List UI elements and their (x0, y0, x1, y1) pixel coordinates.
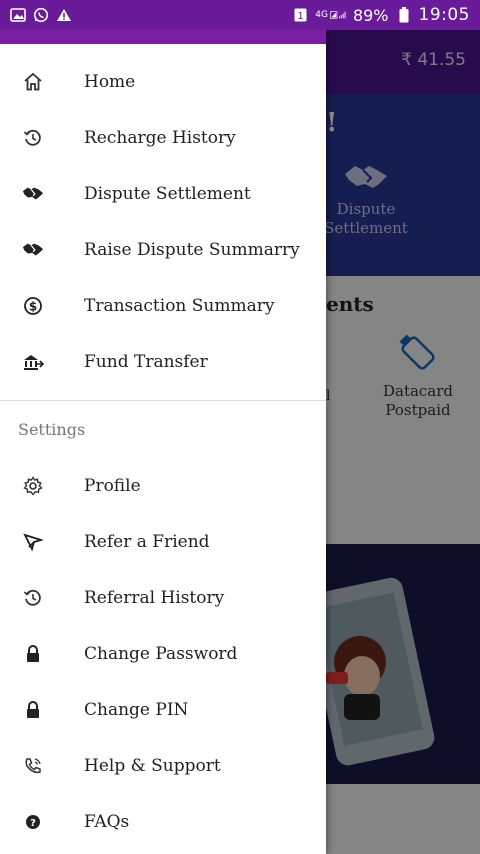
signal-icon (329, 8, 346, 22)
drawer-item-label: Change PIN (84, 700, 189, 720)
drawer-item-label: Home (84, 72, 136, 92)
drawer-item-label: FAQs (84, 812, 130, 832)
phone-icon (22, 755, 44, 777)
drawer-divider (0, 400, 326, 401)
drawer-item-label: Help & Support (84, 756, 221, 776)
alert-icon (56, 8, 72, 22)
history-icon (22, 587, 44, 609)
network-type: 4G (315, 10, 328, 20)
drawer-item-change-pin[interactable]: Change PIN (0, 682, 326, 738)
status-right-icons: 1 4G 89% 19:05 (292, 5, 470, 25)
drawer-item-dispute-settlement[interactable]: Dispute Settlement (0, 166, 326, 222)
settings-section-header: Settings (18, 420, 86, 439)
lock-icon (22, 699, 44, 721)
drawer-item-label: Dispute Settlement (84, 184, 251, 204)
whatsapp-icon (33, 7, 49, 23)
home-icon (22, 71, 44, 93)
drawer-item-home[interactable]: Home (0, 54, 326, 110)
drawer-item-label: Refer a Friend (84, 532, 210, 552)
drawer-item-label: Profile (84, 476, 141, 496)
question-icon: ? (22, 811, 44, 833)
handshake-icon (22, 239, 44, 261)
battery-percent: 89% (352, 5, 389, 25)
drawer-item-change-password[interactable]: Change Password (0, 626, 326, 682)
drawer-header (0, 30, 326, 44)
gallery-icon (10, 8, 26, 22)
lock-icon (22, 643, 44, 665)
drawer-item-fund-transfer[interactable]: Fund Transfer (0, 334, 326, 390)
dollar-coin-icon: $ (22, 295, 44, 317)
drawer-item-recharge-history[interactable]: Recharge History (0, 110, 326, 166)
drawer-item-refer-a-friend[interactable]: Refer a Friend (0, 514, 326, 570)
plane-icon (22, 531, 44, 553)
drawer-item-label: Fund Transfer (84, 352, 208, 372)
drawer-item-label: Change Password (84, 644, 238, 664)
clock: 19:05 (418, 5, 470, 25)
svg-text:$: $ (29, 300, 37, 314)
drawer-item-label: Transaction Summary (84, 296, 275, 316)
drawer-item-help-support[interactable]: Help & Support (0, 738, 326, 794)
drawer-item-label: Recharge History (84, 128, 236, 148)
drawer-item-referral-history[interactable]: Referral History (0, 570, 326, 626)
svg-text:?: ? (30, 818, 36, 829)
handshake-icon (22, 183, 44, 205)
drawer-item-label: Raise Dispute Summarry (84, 240, 300, 260)
drawer-item-faqs[interactable]: ? FAQs (0, 794, 326, 850)
drawer-item-transaction-summary[interactable]: $ Transaction Summary (0, 278, 326, 334)
svg-text:1: 1 (297, 11, 303, 22)
navigation-drawer: Home Recharge History Dispute Settlement… (0, 30, 326, 854)
status-bar: 1 4G 89% 19:05 (0, 0, 480, 30)
drawer-item-profile[interactable]: Profile (0, 458, 326, 514)
battery-icon (396, 7, 412, 23)
gear-icon (22, 475, 44, 497)
drawer-item-raise-dispute-summary[interactable]: Raise Dispute Summarry (0, 222, 326, 278)
bank-transfer-icon (22, 351, 44, 373)
drawer-item-label: Referral History (84, 588, 225, 608)
status-left-icons (10, 7, 72, 23)
history-icon (22, 127, 44, 149)
sim-icon: 1 (292, 8, 308, 22)
